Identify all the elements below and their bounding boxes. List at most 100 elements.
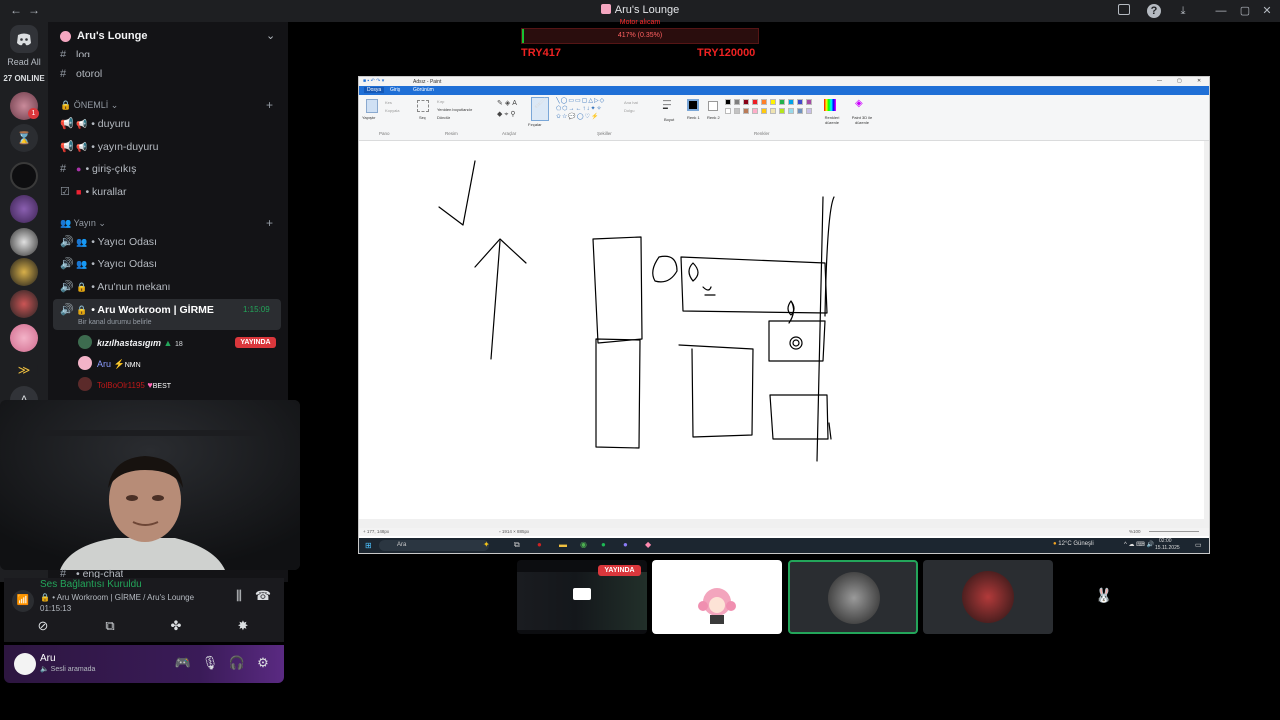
voice-user[interactable]: Aru ⚡NMN (78, 356, 141, 372)
channel-eng-chat[interactable]: # • eng-chat (60, 568, 123, 578)
microphone-icon[interactable]: 🎙 (199, 655, 221, 671)
paint-taskbar-icon[interactable]: ◆ (645, 540, 651, 549)
weather[interactable]: ● 12°C Güneşli (1053, 541, 1094, 547)
app-icon[interactable]: ● (537, 540, 542, 549)
paint-close-icon[interactable]: ✕ (1197, 78, 1201, 84)
resize-label[interactable]: Yeniden boyutlandır (437, 107, 472, 112)
color-swatch[interactable] (734, 99, 740, 105)
voice-channel[interactable]: 🔊 👥 • Yayıcı Odası (60, 257, 157, 275)
server-avatar[interactable] (10, 290, 38, 318)
channel-otorol[interactable]: # otorol (60, 68, 102, 86)
server-avatar[interactable] (10, 162, 38, 190)
horizontal-scrollbar[interactable] (359, 519, 1209, 528)
zoom-slider[interactable] (1149, 531, 1199, 532)
color-swatch[interactable] (788, 108, 794, 114)
chevron-down-icon[interactable]: ⌄ (266, 29, 275, 42)
color1-swatch[interactable] (687, 99, 699, 111)
color-swatch[interactable] (734, 108, 740, 114)
settings-gear-icon[interactable]: ⚙ (252, 655, 274, 671)
channel-item[interactable]: # log (60, 49, 90, 57)
server-avatar[interactable]: ≫ (10, 356, 38, 384)
participant-tile-speaking[interactable] (788, 560, 918, 634)
color-swatch[interactable] (797, 108, 803, 114)
participant-tile[interactable] (652, 560, 782, 634)
screen-share-icon[interactable]: ⧉ (99, 618, 121, 634)
help-icon[interactable]: ? (1147, 4, 1161, 18)
channel-kurallar[interactable]: ☑ ■ • kurallar (60, 185, 126, 203)
paint-canvas[interactable] (359, 141, 1204, 519)
clock-date[interactable]: 15.11.2025 (1155, 545, 1180, 551)
category-important[interactable]: 🔒 ÖNEMLİ ⌄ (60, 100, 118, 111)
minimize-icon[interactable]: — (1214, 4, 1228, 18)
signal-icon[interactable]: 📶 (12, 590, 34, 612)
color-swatch[interactable] (743, 99, 749, 105)
color-swatch[interactable] (761, 108, 767, 114)
add-channel-icon[interactable]: + (266, 216, 273, 230)
color2-swatch[interactable] (708, 101, 718, 111)
color-swatch[interactable] (725, 99, 731, 105)
color-swatch[interactable] (788, 99, 794, 105)
voice-user[interactable]: TolBoOlr1195 ♥BEST (78, 377, 171, 393)
headphones-icon[interactable]: 🎧 (226, 655, 248, 671)
color-swatch[interactable] (779, 99, 785, 105)
folder-icon[interactable]: ▬ (559, 540, 567, 549)
participant-tile[interactable] (923, 560, 1053, 634)
user-name[interactable]: Aru (40, 653, 56, 664)
camera-off-icon[interactable]: ⊘ (32, 618, 54, 634)
color-swatch[interactable] (806, 99, 812, 105)
drawing-tools-icon[interactable]: ✎◈A (497, 99, 519, 107)
activities-icon[interactable]: ✤ (165, 618, 187, 634)
discord-home-icon[interactable] (10, 25, 38, 53)
paint-tab-home[interactable]: Giriş (390, 87, 400, 93)
server-header[interactable]: Aru's Lounge ⌄ (48, 26, 288, 48)
picker-tools-icon[interactable]: ◆⌖⚲ (497, 110, 517, 119)
maximize-icon[interactable]: ▢ (1238, 4, 1252, 18)
select-icon[interactable] (417, 100, 429, 112)
voice-channel[interactable]: 🔊 🔒 • Aru'nun mekanı (60, 280, 170, 298)
crop-label[interactable]: Kırp (437, 99, 444, 104)
chrome-icon[interactable]: ◉ (580, 540, 587, 549)
copilot-icon[interactable]: ✦ (483, 540, 490, 549)
vertical-scrollbar[interactable] (1204, 141, 1209, 519)
clock-time[interactable]: 02:00 (1159, 538, 1172, 544)
paint-minimize-icon[interactable]: — (1157, 78, 1162, 84)
color-swatch[interactable] (761, 99, 767, 105)
server-avatar[interactable] (10, 324, 38, 352)
color-swatch[interactable] (770, 108, 776, 114)
avatar[interactable] (14, 653, 36, 675)
download-icon[interactable]: ⤓ (1176, 4, 1190, 18)
server-avatar[interactable] (10, 228, 38, 256)
color-swatch[interactable] (797, 99, 803, 105)
paste-icon[interactable] (366, 99, 378, 113)
server-avatar[interactable] (10, 195, 38, 223)
outline-label[interactable]: Ana hat (624, 100, 638, 105)
close-icon[interactable]: ✕ (1260, 4, 1274, 18)
add-channel-icon[interactable]: + (266, 98, 273, 112)
inbox-icon[interactable] (1118, 4, 1130, 15)
rotate-label[interactable]: Döndür (437, 115, 450, 120)
tray-icons[interactable]: ^ ☁ ⌨ 🔊 (1124, 541, 1154, 548)
color-swatch[interactable] (779, 108, 785, 114)
channel-duyuru[interactable]: 📢 📢 • duyuru (60, 117, 130, 135)
discord-taskbar-icon[interactable]: ● (623, 540, 628, 549)
channel-yayin-duyuru[interactable]: 📢 📢 • yayın-duyuru (60, 140, 159, 158)
color-swatch[interactable] (743, 108, 749, 114)
channel-giris-cikis[interactable]: # ● • giriş-çıkış (60, 163, 136, 181)
cut-label[interactable]: Kes (385, 100, 392, 105)
color-swatch[interactable] (806, 108, 812, 114)
color-swatch[interactable] (752, 108, 758, 114)
hourglass-icon[interactable]: ⌛ (10, 124, 38, 152)
color-swatch[interactable] (725, 108, 731, 114)
brushes-icon[interactable]: 🖌 (531, 97, 549, 121)
notification-icon[interactable]: ▭ (1195, 541, 1202, 549)
task-view-icon[interactable]: ⧉ (514, 540, 520, 550)
gamepad-icon[interactable]: 🎮 (172, 655, 194, 671)
paint-maximize-icon[interactable]: ▢ (1177, 78, 1182, 84)
windows-start-icon[interactable]: ⊞ (365, 541, 372, 550)
spotify-icon[interactable]: ● (601, 540, 606, 549)
taskbar-search[interactable]: Ara (379, 540, 489, 551)
voice-user[interactable]: kızılhastasıgım ▲ 18 (78, 335, 183, 351)
paint-tab-file[interactable]: Dosya (364, 87, 385, 93)
voice-channel[interactable]: 🔊 👥 • Yayıcı Odası (60, 235, 157, 253)
server-avatar[interactable] (10, 258, 38, 286)
